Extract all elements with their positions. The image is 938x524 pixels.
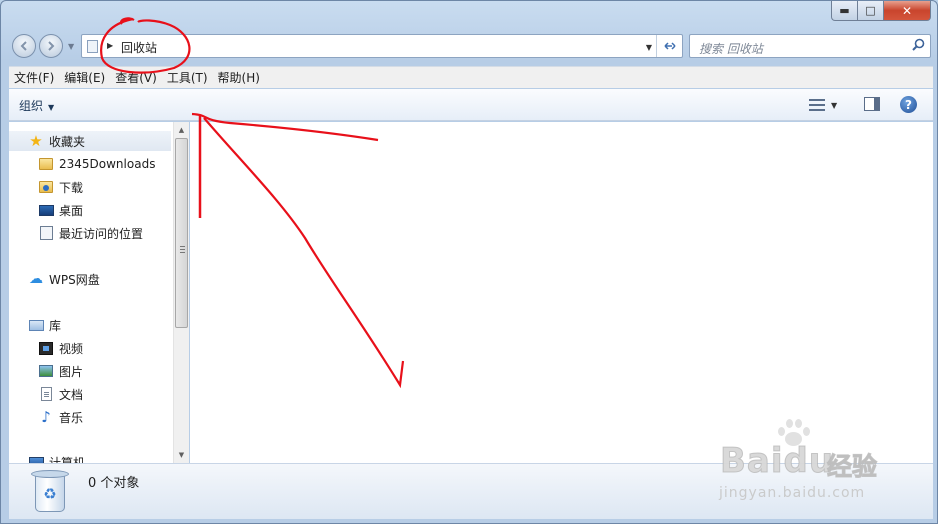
navigation-scrollbar[interactable]: ▲ ▼ (173, 122, 189, 463)
sidebar-item-libraries[interactable]: 库 (28, 315, 61, 335)
library-icon (28, 317, 44, 333)
change-view-button[interactable]: ▼ (809, 96, 843, 114)
sidebar-item-label: 2345Downloads (59, 157, 156, 171)
desktop-icon (38, 202, 54, 218)
document-icon (38, 386, 54, 402)
navigation-pane: ★ 收藏夹 2345Downloads 下载 桌面 最近访问的位置 ☁ WPS网盘 … (9, 122, 173, 463)
menu-view[interactable]: 查看(V) (110, 69, 162, 86)
sidebar-item-label: WPS网盘 (49, 272, 100, 287)
search-placeholder: 搜索 回收站 (699, 42, 763, 56)
sidebar-item-label: 下载 (59, 180, 84, 195)
organize-button[interactable]: 组织 ▼ (19, 97, 54, 114)
picture-icon (38, 363, 54, 379)
item-count: 0 个对象 (88, 476, 140, 491)
sidebar-item-label: 收藏夹 (49, 134, 86, 149)
organize-label: 组织 (19, 99, 44, 113)
caption-buttons: ▬ □ ✕ (831, 1, 931, 21)
sidebar-item-wps-cloud[interactable]: ☁ WPS网盘 (28, 269, 100, 289)
sidebar-item-label: 计算机 (49, 455, 86, 464)
file-list-area[interactable] (190, 122, 933, 463)
preview-pane-icon[interactable] (864, 97, 880, 111)
downloads-folder-icon (38, 179, 54, 195)
explorer-window: ▬ □ ✕ ▼ ▶ 回收站 ▼ 搜索 回收站 文件(F) 编辑(E) 查看(V)… (0, 0, 938, 524)
sidebar-item-videos[interactable]: 视频 (38, 338, 83, 358)
recycle-bin-small-icon (87, 40, 98, 53)
sidebar-item-label: 最近访问的位置 (59, 226, 144, 241)
address-bar[interactable]: ▶ 回收站 ▼ (81, 34, 683, 58)
search-icon[interactable] (912, 38, 925, 55)
sidebar-item-label: 库 (49, 318, 62, 333)
back-button[interactable] (12, 34, 36, 58)
recent-pages-dropdown[interactable]: ▼ (68, 42, 74, 51)
sidebar-item-label: 音乐 (59, 410, 84, 425)
music-icon: ♪ (41, 408, 51, 426)
breadcrumb-separator[interactable]: ▶ (107, 41, 113, 50)
scroll-down-icon[interactable]: ▼ (174, 448, 189, 462)
chevron-down-icon: ▼ (48, 103, 55, 112)
forward-button[interactable] (39, 34, 63, 58)
arrow-left-icon (20, 41, 27, 51)
sidebar-item-recent-places[interactable]: 最近访问的位置 (38, 223, 143, 243)
sidebar-item-label: 文档 (59, 387, 84, 402)
sidebar-item-desktop[interactable]: 桌面 (38, 200, 83, 220)
address-dropdown[interactable]: ▼ (646, 43, 652, 52)
sidebar-item-music[interactable]: ♪ 音乐 (38, 407, 83, 427)
menu-edit[interactable]: 编辑(E) (59, 69, 110, 86)
sidebar-item-label: 桌面 (59, 203, 84, 218)
sidebar-item-computer[interactable]: 计算机 (28, 452, 85, 463)
sidebar-item-documents[interactable]: 文档 (38, 384, 83, 404)
sidebar-item-2345downloads[interactable]: 2345Downloads (38, 154, 155, 174)
sidebar-item-label: 视频 (59, 341, 84, 356)
menu-file[interactable]: 文件(F) (9, 69, 59, 86)
scrollbar-thumb[interactable] (175, 138, 188, 328)
view-details-icon (809, 99, 825, 111)
recent-places-icon (38, 225, 54, 241)
menu-bar: 文件(F) 编辑(E) 查看(V) 工具(T) 帮助(H) (9, 66, 933, 88)
details-pane: ♻ 0 个对象 (9, 463, 933, 519)
minimize-button[interactable]: ▬ (831, 1, 858, 21)
computer-icon (28, 454, 44, 463)
search-box[interactable]: 搜索 回收站 (689, 34, 931, 58)
sidebar-item-pictures[interactable]: 图片 (38, 361, 83, 381)
star-icon: ★ (29, 132, 43, 150)
chevron-down-icon: ▼ (831, 100, 838, 110)
help-icon[interactable]: ? (900, 96, 917, 113)
sidebar-item-downloads[interactable]: 下载 (38, 177, 83, 197)
sidebar-item-favorites[interactable]: ★ 收藏夹 (9, 131, 171, 151)
arrow-right-icon (48, 41, 55, 51)
menu-tools[interactable]: 工具(T) (162, 69, 213, 86)
cloud-icon: ☁ (29, 271, 43, 287)
scroll-up-icon[interactable]: ▲ (174, 123, 189, 137)
recycle-bin-icon: ♻ (31, 470, 69, 513)
menu-help[interactable]: 帮助(H) (213, 69, 265, 86)
folder-icon (38, 156, 54, 172)
refresh-button[interactable] (656, 35, 682, 57)
video-icon (38, 340, 54, 356)
refresh-icon (663, 42, 676, 50)
maximize-button[interactable]: □ (858, 1, 884, 21)
breadcrumb-recycle-bin[interactable]: 回收站 (121, 39, 157, 56)
close-button[interactable]: ✕ (884, 1, 931, 21)
command-bar: 组织 ▼ ▼ ? (9, 89, 933, 121)
sidebar-item-label: 图片 (59, 364, 84, 379)
